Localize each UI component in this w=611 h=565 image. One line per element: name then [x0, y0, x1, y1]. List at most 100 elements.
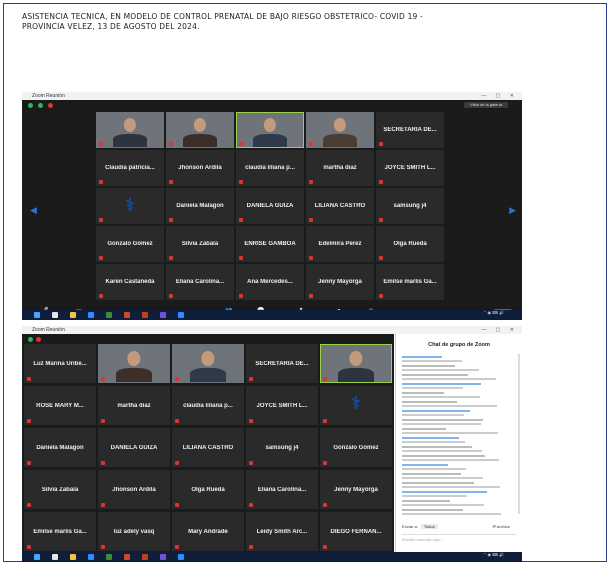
document-title: ASISTENCIA TECNICA, EN MODELO DE CONTROL… [22, 12, 542, 32]
participant-tile[interactable]: luz adely vasq [98, 512, 170, 551]
participant-tile[interactable]: martha diaz [306, 150, 374, 186]
participant-name: Daniela Malagon [176, 203, 224, 209]
security-icon[interactable] [28, 337, 33, 342]
info-icon[interactable] [38, 103, 43, 108]
participant-tile[interactable]: JOYCE SMITH L... [376, 150, 444, 186]
chat-message-sender [402, 365, 455, 367]
participant-tile[interactable]: Daniela Malagon [166, 188, 234, 224]
prev-page-icon[interactable]: ◀ [30, 205, 37, 216]
participant-tile[interactable]: martha diaz [98, 386, 170, 425]
file-button[interactable]: 🗎 Archivo [493, 524, 510, 531]
muted-mic-icon [101, 419, 105, 423]
recipient-select[interactable]: Todos [420, 524, 438, 529]
system-tray[interactable]: ⌃ ◉ ⌨ 🔊 [483, 311, 504, 315]
participant-tile[interactable]: ⚕ [96, 188, 164, 224]
taskbar-app-icon[interactable] [106, 554, 112, 560]
participant-tile[interactable]: JOYCE SMITH L... [246, 386, 318, 425]
participant-tile[interactable]: Gonzalo Gómez [320, 428, 392, 467]
taskbar-app-icon[interactable] [124, 554, 130, 560]
window-controls-2[interactable]: — ▢ ✕ [481, 326, 518, 334]
taskbar-app-icon[interactable] [178, 554, 184, 560]
muted-mic-icon [99, 294, 103, 298]
participant-tile[interactable]: Silvia Zabala [166, 226, 234, 262]
taskbar-app-icon[interactable] [142, 312, 148, 318]
participant-name: Jenny Mayorga [334, 486, 378, 493]
participant-tile[interactable]: Emilse marlis Ga... [376, 264, 444, 300]
chat-scrollbar[interactable] [518, 354, 520, 514]
participant-tile[interactable]: claudia liliana p... [236, 150, 304, 186]
taskbar-app-icon[interactable] [160, 554, 166, 560]
participant-tile[interactable]: LILIANA CASTRO [306, 188, 374, 224]
participant-name: ROSE MARY M... [36, 402, 84, 409]
participant-tile[interactable]: Olga Rueda [376, 226, 444, 262]
participant-tile[interactable]: claudia liliana p... [172, 386, 244, 425]
security-icon[interactable] [28, 103, 33, 108]
participant-tile[interactable]: DANIELA GUIZA [98, 428, 170, 467]
participant-tile[interactable]: Jhonson Ardila [166, 150, 234, 186]
participant-tile[interactable]: Luz Marina Uribe... [24, 344, 96, 383]
participant-tile[interactable]: ENRISE GAMBOA [236, 226, 304, 262]
participant-tile[interactable]: samsung j4 [376, 188, 444, 224]
participant-tile[interactable]: DIEGO FERNAN... [320, 512, 392, 551]
participant-tile[interactable]: Edelmira Perez [306, 226, 374, 262]
taskbar-app-icon[interactable] [70, 312, 76, 318]
participant-tile[interactable]: Karen Castañeda [96, 264, 164, 300]
next-page-icon[interactable]: ▶ [509, 205, 516, 216]
participant-tile[interactable]: Olga Rueda [172, 470, 244, 509]
participant-tile[interactable] [98, 344, 170, 383]
gallery-view-button[interactable]: Vista de la galería [464, 102, 508, 108]
chat-recipient[interactable]: Enviar a: Todos [402, 524, 438, 529]
taskbar-app-icon[interactable] [88, 554, 94, 560]
chat-message-sender [402, 464, 448, 466]
participant-tile[interactable]: SECRETARIA DE... [376, 112, 444, 148]
participant-tile[interactable]: SECRETARIA DE... [246, 344, 318, 383]
system-tray[interactable]: ⌃ ◉ ⌨ 🔊 [483, 553, 504, 557]
participant-tile[interactable]: Jenny Mayorga [306, 264, 374, 300]
participant-tile[interactable]: samsung j4 [246, 428, 318, 467]
participant-tile[interactable]: LILIANA CASTRO [172, 428, 244, 467]
taskbar-app-icon[interactable] [106, 312, 112, 318]
chat-panel: Chat de grupo de Zoom Enviar a: Todos 🗎 … [395, 334, 522, 552]
window-controls[interactable]: — ▢ ✕ [481, 92, 518, 100]
participant-tile[interactable]: Jhonson Ardila [98, 470, 170, 509]
participant-tile[interactable] [236, 112, 304, 148]
windows-start-icon[interactable] [34, 312, 40, 318]
participant-tile[interactable] [320, 344, 392, 383]
taskbar-app-icon[interactable] [178, 312, 184, 318]
taskbar-app-icon[interactable] [142, 554, 148, 560]
participant-tile[interactable]: Mary Andrade [172, 512, 244, 551]
taskbar-app-icon[interactable] [52, 312, 58, 318]
participant-tile[interactable] [306, 112, 374, 148]
muted-mic-icon [175, 377, 179, 381]
participant-tile[interactable]: Daniela Malagon [24, 428, 96, 467]
participant-tile[interactable] [166, 112, 234, 148]
taskbar-app-icon[interactable] [160, 312, 166, 318]
muted-mic-icon [27, 419, 31, 423]
windows-taskbar: ⌃ ◉ ⌨ 🔊 [22, 310, 522, 320]
chat-message [402, 500, 514, 506]
participant-tile[interactable] [96, 112, 164, 148]
participant-tile[interactable]: ⚕ [320, 386, 392, 425]
participant-tile[interactable] [172, 344, 244, 383]
participant-tile[interactable]: Eliana Carolina... [246, 470, 318, 509]
taskbar-app-icon[interactable] [88, 312, 94, 318]
taskbar-app-icon[interactable] [52, 554, 58, 560]
participant-tile[interactable]: Ana Mercedes... [236, 264, 304, 300]
muted-mic-icon [249, 419, 253, 423]
window-titlebar-2: Zoom Reunión — ▢ ✕ [22, 326, 522, 334]
participant-tile[interactable]: DANIELA GUIZA [236, 188, 304, 224]
participant-tile[interactable]: Silvia Zabala [24, 470, 96, 509]
participant-tile[interactable]: Gonzalo Gómez [96, 226, 164, 262]
taskbar-app-icon[interactable] [70, 554, 76, 560]
participant-tile[interactable]: Emilse marlis Ga... [24, 512, 96, 551]
chat-message [402, 464, 514, 470]
participant-tile[interactable]: Leidy Smith Arc... [246, 512, 318, 551]
windows-start-icon[interactable] [34, 554, 40, 560]
taskbar-app-icon[interactable] [124, 312, 130, 318]
muted-mic-icon [101, 377, 105, 381]
participant-tile[interactable]: ROSE MARY M... [24, 386, 96, 425]
participant-tile[interactable]: Jenny Mayorga [320, 470, 392, 509]
participant-tile[interactable]: Claudia patricia... [96, 150, 164, 186]
chat-input[interactable]: Escribir mensaje aquí... [402, 534, 516, 544]
participant-tile[interactable]: Eliana Carolina... [166, 264, 234, 300]
